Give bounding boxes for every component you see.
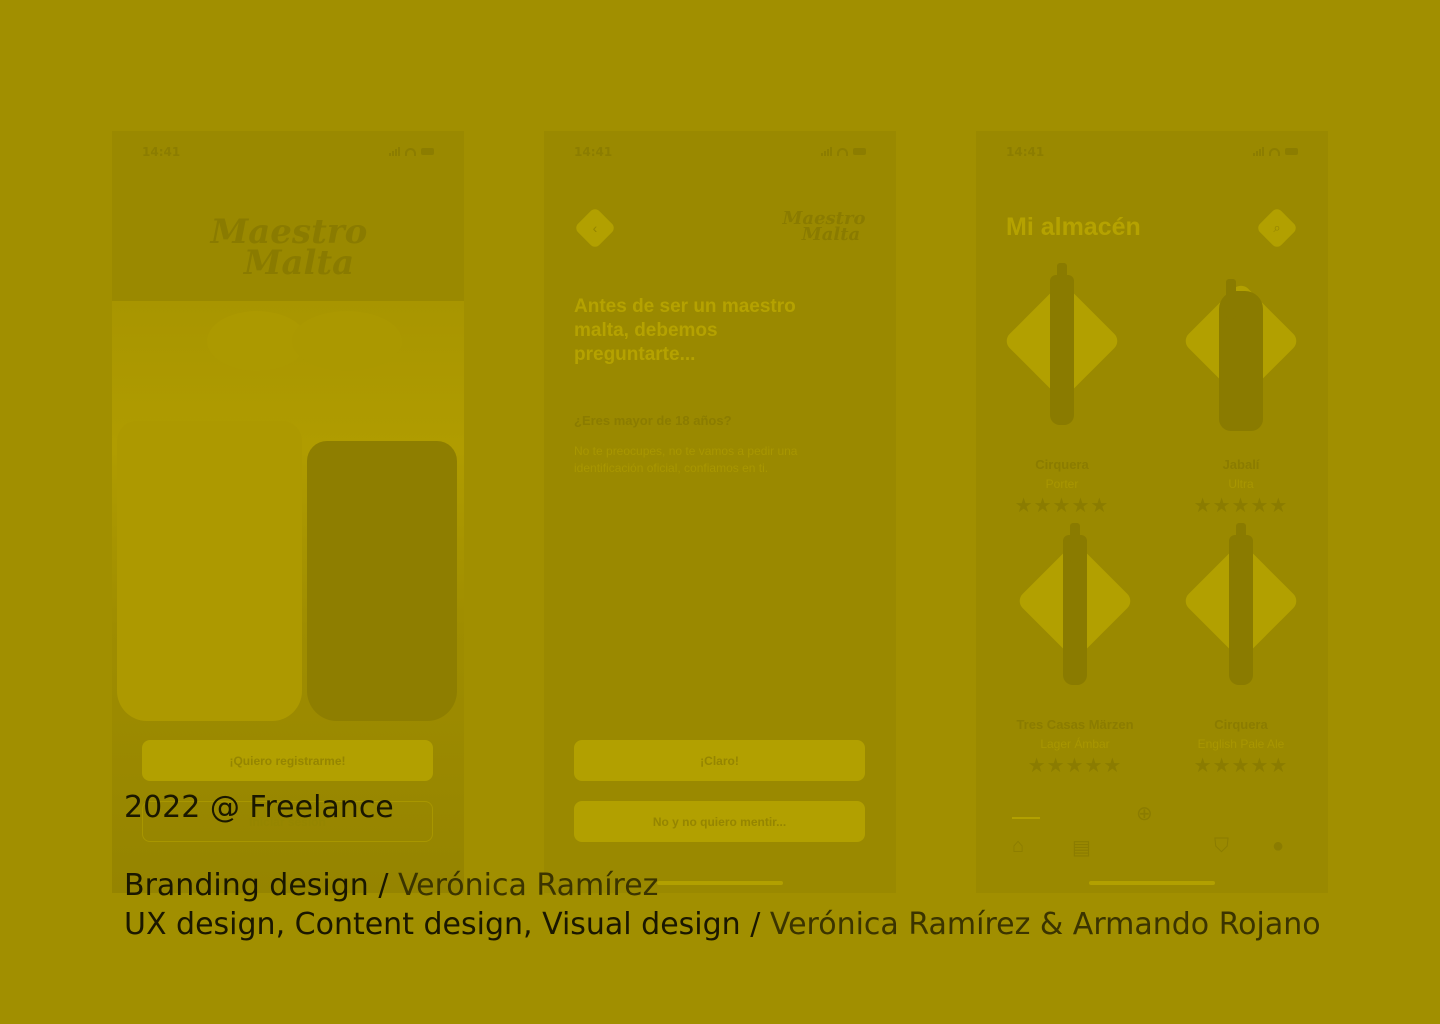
product-name: Cirquera	[1035, 457, 1089, 472]
register-button[interactable]: ¡Quiero registrarme!	[142, 740, 433, 781]
battery-icon	[853, 148, 866, 155]
wifi-icon	[405, 147, 416, 156]
page-heading: Antes de ser un maestro malta, debemos p…	[574, 296, 796, 365]
ux-role: UX design, Content design, Visual design…	[124, 907, 770, 942]
signal-icon	[389, 147, 400, 156]
beer-bottle-image	[1219, 279, 1263, 431]
status-bar: 14:41	[142, 145, 434, 159]
status-time: 14:41	[1006, 145, 1045, 159]
rating-stars: ★★★★★	[1193, 755, 1289, 777]
deny-age-button[interactable]: No y no quiero mentir...	[574, 801, 865, 842]
rating-stars: ★★★★★	[1014, 495, 1110, 517]
status-time: 14:41	[142, 145, 181, 159]
search-icon: ⌕	[1273, 220, 1281, 235]
beer-bottle-image	[1063, 523, 1087, 685]
wifi-icon	[837, 147, 848, 156]
chevron-left-icon: ‹	[592, 220, 598, 236]
status-bar: 14:41	[574, 145, 866, 159]
confirm-age-button[interactable]: ¡Claro!	[574, 740, 865, 781]
maestro-malta-logo: Maestro Malta	[210, 212, 368, 283]
bottom-tab-bar: ⌂ ▤ ⊕ ⛉ ●	[1006, 803, 1298, 861]
rating-stars: ★★★★★	[1193, 495, 1289, 517]
status-bar: 14:41	[1006, 145, 1298, 159]
branding-role: Branding design /	[124, 868, 398, 903]
signal-icon	[821, 147, 832, 156]
product-style: English Pale Ale	[1197, 737, 1285, 751]
beer-bottle-image	[1229, 523, 1253, 685]
product-card[interactable]: Cirquera English Pale Ale ★★★★★	[1171, 523, 1311, 777]
battery-icon	[1285, 148, 1298, 155]
product-name: Tres Casas Märzen	[1016, 717, 1134, 732]
back-button[interactable]: ‹	[573, 206, 617, 250]
product-card[interactable]: Cirquera Porter ★★★★★	[992, 263, 1132, 517]
status-time: 14:41	[574, 145, 613, 159]
basket-icon[interactable]: ⛉	[1214, 835, 1229, 858]
product-style: Porter	[1045, 477, 1079, 491]
project-year: 2022 @ Freelance	[124, 790, 394, 825]
search-button[interactable]: ⌕	[1255, 206, 1299, 250]
branding-credit: Branding design / Verónica Ramírez	[124, 868, 658, 903]
product-name: Cirquera	[1214, 717, 1268, 732]
home-indicator	[1089, 881, 1215, 885]
home-icon[interactable]: ⌂	[1012, 835, 1024, 858]
rating-stars: ★★★★★	[1027, 755, 1123, 777]
branding-author: Verónica Ramírez	[397, 868, 659, 903]
battery-icon	[421, 148, 434, 155]
phone-screen-welcome: 14:41 Maestro Malta ¡Quiero registrarme!…	[112, 131, 464, 893]
product-style: Lager Ámbar	[1040, 737, 1110, 751]
ux-credit: UX design, Content design, Visual design…	[124, 907, 1321, 942]
book-icon[interactable]: ▤	[1072, 835, 1091, 860]
maestro-malta-logo: Maestro Malta	[782, 208, 866, 246]
active-tab-indicator	[1012, 817, 1040, 819]
page-title: Mi almacén	[1006, 213, 1141, 241]
product-name: Jabalí	[1222, 457, 1260, 472]
age-question: ¿Eres mayor de 18 años?	[574, 413, 732, 428]
product-card[interactable]: Tres Casas Märzen Lager Ámbar ★★★★★	[1005, 523, 1145, 777]
product-style: Ultra	[1228, 477, 1254, 491]
beer-bottle-image	[1050, 263, 1074, 425]
home-indicator	[657, 881, 783, 885]
add-beer-icon[interactable]: ⊕	[1136, 801, 1153, 826]
wifi-icon	[1269, 147, 1280, 156]
age-subtext: No te preocupes, no te vamos a pedir una…	[574, 444, 798, 475]
phone-screen-age-gate: 14:41 ‹ Maestro Malta Antes de ser un ma…	[544, 131, 896, 893]
product-card[interactable]: Jabalí Ultra ★★★★★	[1171, 271, 1311, 517]
signal-icon	[1253, 147, 1264, 156]
profile-icon[interactable]: ●	[1272, 835, 1284, 858]
ux-author: Verónica Ramírez & Armando Rojano	[769, 907, 1321, 942]
phone-screen-my-store: 14:41 Mi almacén ⌕ Cirquera Porter ★★★★★…	[976, 131, 1328, 893]
